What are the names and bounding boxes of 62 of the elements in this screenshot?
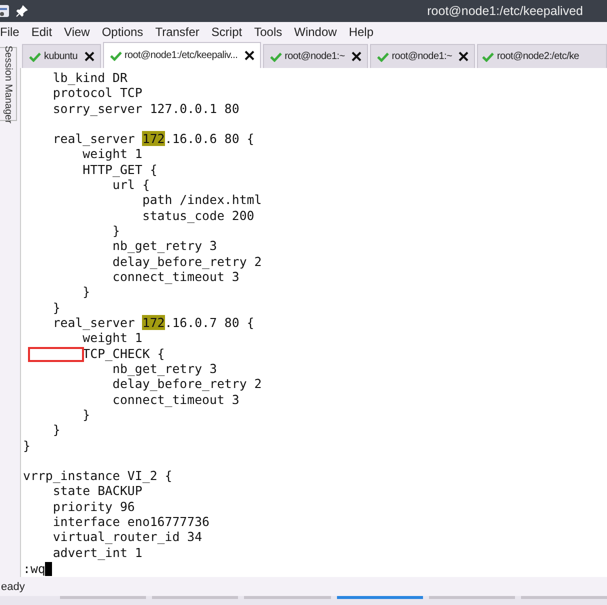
command-text: :wq <box>23 561 46 577</box>
pin-icon[interactable] <box>16 5 28 17</box>
menu-item[interactable]: Script <box>204 25 248 39</box>
code-line: priority 96 <box>52 498 136 514</box>
session-tab[interactable]: root@node1:/etc/keepaliv... <box>102 42 261 68</box>
code-line: } <box>112 222 121 238</box>
session-tab[interactable]: root@node2:/etc/ke <box>477 44 607 68</box>
check-icon <box>270 52 282 62</box>
code-line: vrrp_instance VI_2 { <box>23 468 174 484</box>
menu-item[interactable]: Window <box>287 25 342 39</box>
search-highlight: 172 <box>142 315 165 330</box>
code-line: state BACKUP <box>52 483 144 499</box>
menu-item[interactable]: File <box>0 25 24 39</box>
code-line: path /index.html <box>141 192 263 208</box>
code-line: real_server 172.16.0.7 80 { <box>52 315 256 330</box>
session-tab[interactable]: root@node1:~ <box>262 44 368 68</box>
menu-item[interactable]: Help <box>342 25 378 39</box>
code-line: HTTP_GET { <box>82 162 158 177</box>
menu-item[interactable]: Tools <box>247 25 288 39</box>
code-line: nb_get_retry 3 <box>112 361 218 376</box>
check-icon <box>110 50 122 60</box>
code-line: TCP_CHECK { <box>23 346 607 362</box>
code-line: interface eno16777736 <box>52 514 210 530</box>
code-line: weight 1 <box>82 330 144 346</box>
check-icon <box>29 52 41 62</box>
close-icon[interactable] <box>458 51 469 62</box>
status-text: eady <box>1 580 25 592</box>
code-line: lb_kind DR <box>52 70 128 86</box>
check-icon <box>482 52 494 62</box>
code-line: virtual_router_id 34 <box>52 529 204 545</box>
code-line: } <box>52 300 62 315</box>
code-line: } <box>23 438 32 454</box>
close-icon[interactable] <box>350 51 362 62</box>
check-icon <box>376 52 389 62</box>
code-line: connect_timeout 3 <box>112 392 240 408</box>
code-line: delay_before_retry 2 <box>112 254 263 269</box>
code-line: advert_int 1 <box>52 544 144 560</box>
code-line: sorry_server 127.0.0.1 80 <box>52 100 240 116</box>
code-line: delay_before_retry 2 <box>112 376 263 392</box>
code-line: url { <box>112 176 151 192</box>
code-line: } <box>52 422 62 438</box>
code-line: } <box>82 284 92 300</box>
close-icon[interactable] <box>244 50 255 61</box>
side-panel-tab[interactable]: Session Manager <box>0 47 17 121</box>
menu-item[interactable]: Transfer <box>148 25 204 39</box>
code-line: real_server 172.16.0.6 80 { <box>52 130 256 146</box>
code-line: weight 1 <box>82 146 144 162</box>
session-tab[interactable]: kubuntu <box>22 44 100 68</box>
session-tab[interactable]: root@node1:~ <box>370 44 475 68</box>
text-cursor <box>45 562 52 576</box>
app-icon[interactable] <box>0 3 10 19</box>
menu-item[interactable]: View <box>57 25 95 39</box>
search-highlight: 172 <box>142 130 165 146</box>
code-line: connect_timeout 3 <box>112 268 240 284</box>
window-title: root@node1:/etc/keepalived <box>427 4 583 18</box>
code-line: } <box>82 407 92 422</box>
code-line: status_code 200 <box>141 208 256 223</box>
code-line: nb_get_retry 3 <box>112 238 218 254</box>
code-line: protocol TCP <box>52 85 144 101</box>
close-icon[interactable] <box>84 51 94 62</box>
menu-item[interactable]: Edit <box>24 25 58 39</box>
menu-item[interactable]: Options <box>94 25 148 39</box>
